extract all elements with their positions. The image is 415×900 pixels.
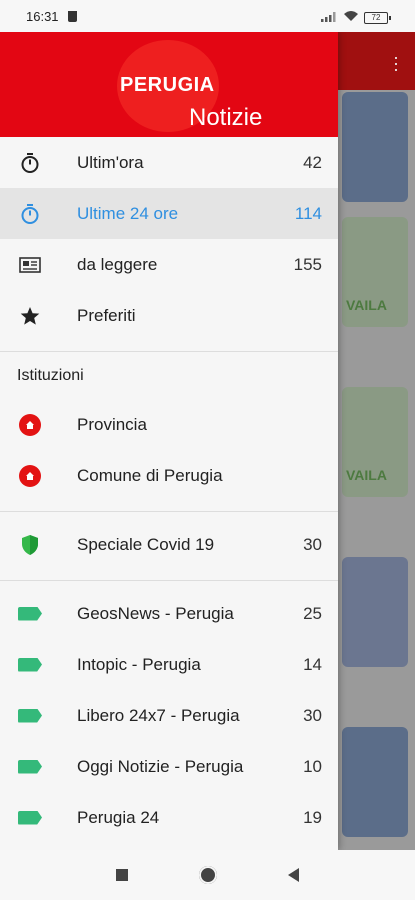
menu-item-preferiti[interactable]: Preferiti: [0, 290, 338, 341]
menu-item-count: 19: [303, 807, 322, 827]
newspaper-icon: [18, 253, 42, 277]
system-nav-bar: [0, 850, 415, 900]
menu-item-count: 14: [303, 654, 322, 674]
tag-icon: [18, 602, 42, 626]
menu-item-count: 10: [303, 756, 322, 776]
menu-item-perugia-24[interactable]: Perugia 24 19: [0, 792, 338, 843]
news-thumbnail: VAILA: [342, 387, 408, 497]
menu-item-label: Provincia: [77, 414, 147, 434]
menu-item-geosnews-perugia[interactable]: GeosNews - Perugia 25: [0, 588, 338, 639]
wifi-icon: [344, 11, 358, 21]
tag-icon: [18, 755, 42, 779]
thumbnail-text: VAILA: [346, 297, 387, 313]
menu-item-comune-di-perugia[interactable]: Comune di Perugia: [0, 450, 338, 501]
menu-item-label: Intopic - Perugia: [77, 654, 201, 674]
menu-item-label: Oggi Notizie - Perugia: [77, 756, 244, 776]
menu-item-label: Ultime 24 ore: [77, 203, 179, 223]
menu-item-count: 25: [303, 603, 322, 623]
battery-icon: 72: [364, 12, 391, 24]
menu-item-da-leggere[interactable]: da leggere 155: [0, 239, 338, 290]
menu-item-label: da leggere: [77, 254, 158, 274]
menu-item-speciale-covid-19[interactable]: Speciale Covid 19 30: [0, 519, 338, 570]
menu-item-libero-24x7-perugia[interactable]: Libero 24x7 - Perugia 30: [0, 690, 338, 741]
menu-item-label: Preferiti: [77, 305, 136, 325]
tag-icon: [18, 806, 42, 830]
status-time: 16:31: [26, 9, 59, 24]
main-menu: Ultim'ora 42 Ultime 24 ore 114 da legger…: [0, 137, 338, 341]
sources-menu: GeosNews - Perugia 25 Intopic - Perugia …: [0, 588, 338, 843]
news-thumbnail: [342, 92, 408, 202]
background-app-toolbar: [338, 32, 415, 90]
menu-item-ultimora[interactable]: Ultim'ora 42: [0, 137, 338, 188]
covid-menu: Speciale Covid 19 30: [0, 519, 338, 570]
navigation-drawer: PERUGIA Notizie Ultim'ora 42 Ultime 24 o…: [0, 32, 338, 850]
menu-item-label: Speciale Covid 19: [77, 534, 215, 554]
menu-item-ultime-24-ore[interactable]: Ultime 24 ore 114: [0, 188, 338, 239]
menu-item-count: 30: [303, 705, 322, 725]
menu-item-oggi-notizie-perugia[interactable]: Oggi Notizie - Perugia 10: [0, 741, 338, 792]
menu-item-count: 114: [294, 203, 322, 223]
shield-icon: [18, 533, 42, 557]
star-icon: [18, 304, 42, 328]
back-icon[interactable]: [288, 868, 299, 882]
recents-icon[interactable]: [116, 869, 128, 881]
menu-item-label: Ultim'ora: [77, 152, 144, 172]
stopwatch-icon: [18, 202, 42, 226]
overflow-menu-icon: · · ·: [393, 47, 399, 79]
menu-item-count: 155: [293, 254, 322, 274]
location-pin-icon: [18, 464, 42, 488]
signal-icon: [321, 12, 336, 22]
brand-subtitle: Notizie: [189, 104, 263, 131]
institutions-menu: Provincia Comune di Perugia: [0, 399, 338, 501]
menu-item-count: 42: [303, 152, 322, 172]
thumbnail-text: VAILA: [346, 467, 387, 483]
news-thumbnail: [342, 557, 408, 667]
divider: [0, 580, 338, 581]
news-thumbnail: [342, 727, 408, 837]
location-pin-icon: [18, 413, 42, 437]
menu-item-label: Libero 24x7 - Perugia: [77, 705, 240, 725]
brand-title: PERUGIA: [120, 74, 215, 96]
stopwatch-icon: [18, 151, 42, 175]
menu-item-intopic-perugia[interactable]: Intopic - Perugia 14: [0, 639, 338, 690]
section-header-istituzioni: Istituzioni: [0, 352, 338, 399]
drawer-header: PERUGIA Notizie: [0, 32, 338, 137]
section-title: Istituzioni: [17, 367, 84, 384]
menu-item-label: GeosNews - Perugia: [77, 603, 234, 623]
tag-icon: [18, 653, 42, 677]
status-bar: 16:31 72: [0, 0, 415, 32]
divider: [0, 511, 338, 512]
menu-item-label: Perugia 24: [77, 807, 160, 827]
trash-icon: [68, 11, 77, 22]
background-app[interactable]: · · · VAILA VAILA: [338, 32, 415, 850]
news-thumbnail: VAILA: [342, 217, 408, 327]
menu-item-count: 30: [303, 534, 322, 554]
home-icon[interactable]: [199, 866, 217, 884]
menu-item-label: Comune di Perugia: [77, 465, 223, 485]
tag-icon: [18, 704, 42, 728]
menu-item-provincia[interactable]: Provincia: [0, 399, 338, 450]
